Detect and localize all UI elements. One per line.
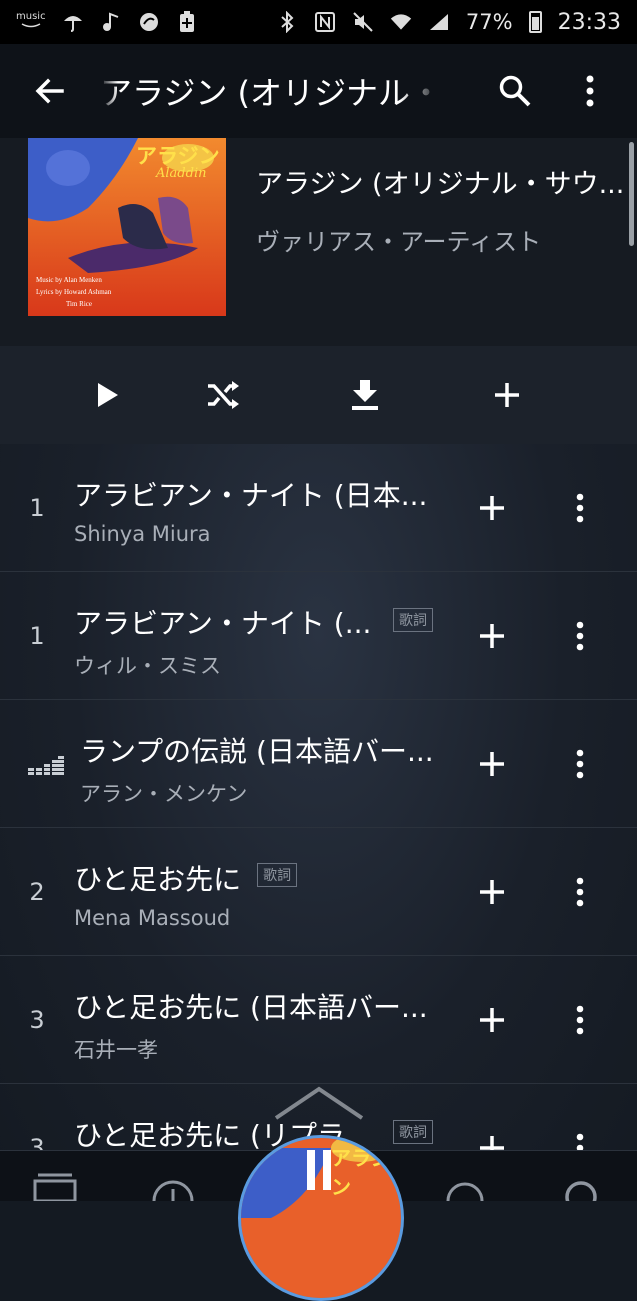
add-track-button[interactable] xyxy=(470,614,514,658)
track-title: ひと足お先に (日本語バー... xyxy=(74,991,428,1024)
more-vert-icon xyxy=(586,75,594,107)
clock: 23:33 xyxy=(557,9,621,35)
mute-icon xyxy=(352,11,374,33)
download-icon xyxy=(352,380,378,410)
track-row[interactable]: 2 ひと足お先に 歌詞 Mena Massoud xyxy=(0,828,637,956)
track-menu-button[interactable] xyxy=(562,870,598,914)
track-number: 1 xyxy=(29,494,45,522)
more-vert-icon xyxy=(576,493,584,523)
track-artist: アラン・メンケン xyxy=(80,782,248,806)
track-number: 2 xyxy=(29,878,45,906)
mini-player-button[interactable]: アラジン xyxy=(238,1135,404,1301)
nav-account-button[interactable] xyxy=(558,1177,604,1213)
cover-credit-1: Music by Alan Menken xyxy=(36,276,102,284)
app-notification-icon xyxy=(138,11,160,33)
status-bar: music 77% 23:33 xyxy=(0,0,637,44)
album-header: アラジン Aladdin Music by Alan Menken Lyrics… xyxy=(0,138,637,346)
track-menu-button[interactable] xyxy=(562,998,598,1042)
play-button[interactable] xyxy=(90,346,126,444)
search-icon xyxy=(446,1182,484,1220)
add-track-button[interactable] xyxy=(470,870,514,914)
add-icon xyxy=(480,624,504,648)
track-menu-button[interactable] xyxy=(562,742,598,786)
more-vert-icon xyxy=(576,749,584,779)
recent-history-icon xyxy=(152,1180,194,1222)
track-row-now-playing[interactable]: ランプの伝説 (日本語バー... アラン・メンケン xyxy=(0,700,637,828)
signal-icon xyxy=(428,11,450,33)
more-vert-icon xyxy=(576,621,584,651)
track-artist: ウィル・スミス xyxy=(74,654,221,678)
lyrics-badge: 歌詞 xyxy=(393,1120,433,1144)
play-icon xyxy=(98,383,118,407)
status-bar-left: music xyxy=(16,11,198,33)
album-actions xyxy=(0,346,637,444)
bluetooth-music-icon xyxy=(100,11,122,33)
track-row[interactable]: 1 アラビアン・ナイト (... 歌詞 ウィル・スミス xyxy=(0,572,637,700)
album-cover[interactable]: アラジン Aladdin Music by Alan Menken Lyrics… xyxy=(28,138,226,316)
pause-icon xyxy=(307,1150,331,1190)
app-bar: アラジン (オリジナル・サウンドトラック) xyxy=(0,44,637,138)
track-menu-button[interactable] xyxy=(562,486,598,530)
search-icon xyxy=(499,75,531,107)
shuffle-icon xyxy=(208,381,239,409)
track-row[interactable]: 3 ひと足お先に (日本語バー... 石井一孝 xyxy=(0,956,637,1084)
track-row[interactable]: 1 アラビアン・ナイト (日本... Shinya Miura xyxy=(0,444,637,572)
add-icon xyxy=(480,880,504,904)
nav-library-button[interactable] xyxy=(32,1173,78,1203)
cover-logo-sub: Aladdin xyxy=(156,166,207,181)
battery-percentage: 77% xyxy=(465,10,513,34)
add-icon xyxy=(480,496,504,520)
scrollbar-thumb[interactable] xyxy=(629,142,634,246)
add-icon xyxy=(480,752,504,776)
track-title: アラビアン・ナイト (... xyxy=(74,607,372,640)
add-icon xyxy=(480,1008,504,1032)
album-artist[interactable]: ヴァリアス・アーティスト xyxy=(256,222,626,257)
expand-player-chevron-icon[interactable] xyxy=(274,1086,364,1120)
nav-recent-button[interactable] xyxy=(150,1177,196,1222)
more-vert-icon xyxy=(576,1005,584,1035)
mini-player-logo-text: アラジン xyxy=(331,1146,391,1199)
wifi-icon xyxy=(390,11,412,33)
account-icon xyxy=(565,1181,597,1213)
track-menu-button[interactable] xyxy=(562,614,598,658)
add-to-playlist-button[interactable] xyxy=(460,346,554,444)
track-title: アラビアン・ナイト (日本... xyxy=(74,479,428,512)
add-track-button[interactable] xyxy=(470,486,514,530)
album-title: アラジン (オリジナル・サウ... xyxy=(256,169,625,200)
add-track-button[interactable] xyxy=(470,998,514,1042)
shuffle-button[interactable] xyxy=(176,346,270,444)
add-icon xyxy=(495,383,519,407)
library-icon xyxy=(33,1173,77,1203)
add-track-button[interactable] xyxy=(470,742,514,786)
search-button[interactable] xyxy=(470,44,560,138)
bluetooth-icon xyxy=(276,11,298,33)
page-title: アラジン (オリジナル・サウンドトラック) xyxy=(100,74,440,112)
lyrics-badge: 歌詞 xyxy=(393,608,433,632)
now-playing-equalizer-icon xyxy=(28,756,64,775)
download-button[interactable] xyxy=(318,346,412,444)
track-artist: Mena Massoud xyxy=(74,906,231,930)
arrow-left-icon xyxy=(35,78,64,104)
track-number: 1 xyxy=(29,622,45,650)
lyrics-badge: 歌詞 xyxy=(257,863,298,887)
track-artist: Shinya Miura xyxy=(74,522,211,546)
more-vert-icon xyxy=(576,877,584,907)
track-title-text: ひと足お先に xyxy=(74,863,242,896)
cover-credit-2: Lyrics by Howard Ashman xyxy=(36,288,112,296)
back-button[interactable] xyxy=(0,44,100,138)
track-artist: 石井一孝 xyxy=(74,1038,158,1062)
overflow-menu-button[interactable] xyxy=(560,44,620,138)
nfc-icon xyxy=(314,11,336,33)
amazon-music-label: music xyxy=(16,11,46,22)
track-number: 3 xyxy=(29,1006,45,1034)
umbrella-icon xyxy=(62,11,84,33)
battery-saver-icon xyxy=(176,11,198,33)
track-title: ランプの伝説 (日本語バー... xyxy=(80,735,434,768)
amazon-music-notification-icon: music xyxy=(16,12,46,32)
status-bar-right: 77% 23:33 xyxy=(276,10,621,35)
nav-search-button[interactable] xyxy=(442,1179,488,1220)
cover-credit-3: Tim Rice xyxy=(66,300,92,308)
battery-icon xyxy=(528,11,542,33)
track-title: ひと足お先に 歌詞 xyxy=(74,858,298,898)
